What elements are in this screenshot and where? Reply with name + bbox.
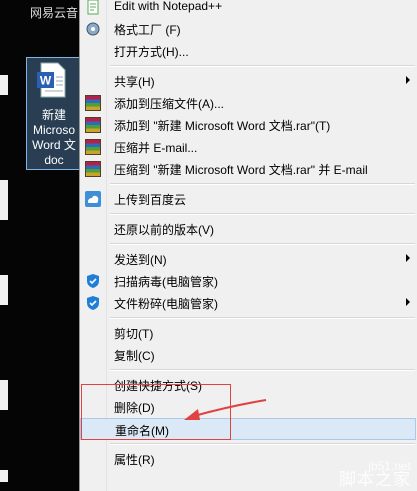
annotation-arrow-icon (184, 399, 267, 420)
desktop-edge (0, 470, 8, 482)
menu-item-label: 剪切(T) (114, 327, 154, 341)
menu-separator (110, 243, 415, 245)
menu-item-label: 发送到(N) (114, 253, 167, 267)
desktop-edge (0, 380, 8, 410)
menu-item-add-to-archive[interactable]: 添加到压缩文件(A)... (80, 92, 416, 114)
menu-item-edit-notepad[interactable]: Edit with Notepad++ (80, 0, 416, 18)
desktop-edge (0, 75, 8, 95)
notepad-plus-icon (87, 0, 99, 15)
menu-item-label: 上传到百度云 (114, 193, 187, 207)
menu-item-label: 压缩到 "新建 Microsoft Word 文档.rar" 并 E-mail (114, 163, 368, 177)
menu-item-scan-virus[interactable]: 扫描病毒(电脑管家) (80, 270, 416, 292)
word-document-icon: W (37, 62, 66, 98)
winrar-icon (85, 139, 101, 155)
menu-item-label: 打开方式(H)... (114, 45, 189, 59)
menu-item-send-to[interactable]: 发送到(N) (80, 248, 416, 270)
file-name-line: doc (44, 153, 64, 167)
file-name-line: 新建 (41, 108, 66, 122)
menu-item-label: 属性(R) (114, 453, 155, 467)
menu-item-label: 共享(H) (114, 75, 155, 89)
submenu-arrow-icon (406, 298, 410, 306)
menu-separator (110, 369, 415, 371)
submenu-arrow-icon (406, 76, 410, 84)
menu-item-restore-previous[interactable]: 还原以前的版本(V) (80, 218, 416, 240)
desktop-edge (0, 275, 8, 305)
desktop-edge (0, 180, 8, 220)
baidu-cloud-icon (85, 191, 101, 207)
pc-manager-icon (87, 274, 99, 288)
format-factory-icon (86, 22, 100, 36)
menu-item-copy[interactable]: 复制(C) (80, 344, 416, 366)
menu-item-label: 文件粉碎(电脑管家) (114, 297, 218, 311)
menu-item-file-shred[interactable]: 文件粉碎(电脑管家) (80, 292, 416, 314)
menu-item-compress-email[interactable]: 压缩并 E-mail... (80, 136, 416, 158)
menu-separator (110, 317, 415, 319)
desktop-top-label[interactable]: 网易云音 (30, 4, 78, 21)
menu-item-open-with[interactable]: 打开方式(H)... (80, 40, 416, 62)
menu-item-format-factory[interactable]: 格式工厂 (F) (80, 18, 416, 40)
menu-item-add-to-rar[interactable]: 添加到 "新建 Microsoft Word 文档.rar"(T) (80, 114, 416, 136)
menu-separator (110, 213, 415, 215)
menu-separator (110, 443, 415, 445)
menu-item-label: 添加到 "新建 Microsoft Word 文档.rar"(T) (114, 119, 331, 133)
submenu-arrow-icon (406, 254, 410, 262)
watermark-name: 脚本之家 (339, 470, 411, 489)
menu-item-label: 压缩并 E-mail... (114, 141, 198, 155)
winrar-icon (85, 161, 101, 177)
menu-item-compress-to-rar-email[interactable]: 压缩到 "新建 Microsoft Word 文档.rar" 并 E-mail (80, 158, 416, 180)
watermark: jb51.net 脚本之家 (339, 459, 411, 489)
menu-item-label: 格式工厂 (F) (114, 23, 181, 37)
menu-separator (110, 65, 415, 67)
menu-item-label: 还原以前的版本(V) (114, 223, 214, 237)
winrar-icon (85, 117, 101, 133)
menu-item-share[interactable]: 共享(H) (80, 70, 416, 92)
svg-text:W: W (40, 74, 52, 88)
file-name-line: Microso (32, 123, 75, 137)
menu-item-label: Edit with Notepad++ (114, 0, 223, 13)
menu-item-label: 添加到压缩文件(A)... (114, 97, 224, 111)
file-name-line: Word 文 (32, 138, 76, 152)
file-name-label: 新建 Microso Word 文 doc (26, 108, 82, 168)
winrar-icon (85, 95, 101, 111)
menu-separator (110, 183, 415, 185)
menu-item-upload-baidu[interactable]: 上传到百度云 (80, 188, 416, 210)
pc-manager-icon (87, 296, 99, 310)
menu-item-cut[interactable]: 剪切(T) (80, 322, 416, 344)
menu-item-label: 复制(C) (114, 349, 155, 363)
menu-item-label: 扫描病毒(电脑管家) (114, 275, 218, 289)
